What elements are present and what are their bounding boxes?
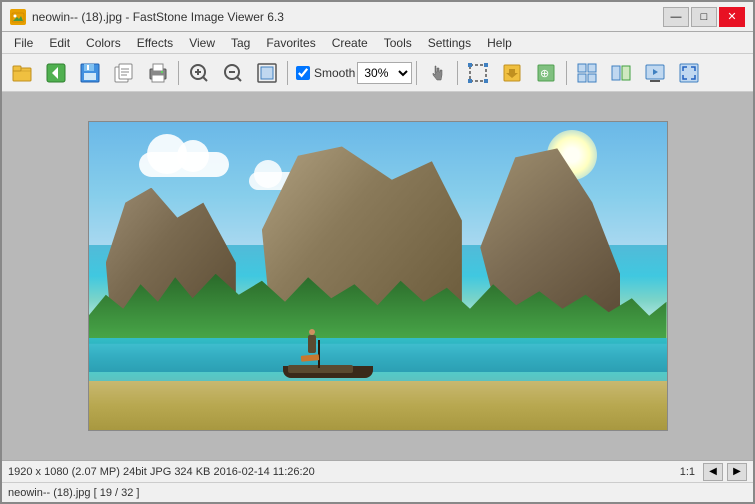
separator-2: [287, 61, 288, 85]
menu-create[interactable]: Create: [324, 34, 376, 52]
cloud-1: [139, 152, 229, 177]
zoom-in-button[interactable]: [183, 58, 215, 88]
open-folder-button[interactable]: [6, 58, 38, 88]
save-button[interactable]: [74, 58, 106, 88]
menu-tools[interactable]: Tools: [376, 34, 420, 52]
titlebar-controls: — □ ✕: [663, 7, 745, 27]
menu-help[interactable]: Help: [479, 34, 520, 52]
menu-view[interactable]: View: [181, 34, 223, 52]
rotate-cw-button[interactable]: [496, 58, 528, 88]
statusbar: 1920 x 1080 (2.07 MP) 24bit JPG 324 KB 2…: [2, 460, 753, 482]
toolbar: Smooth 10% 20% 30% 40% 50% 75% 100% 150%…: [2, 54, 753, 92]
boat: [273, 353, 383, 378]
prev-image-button[interactable]: [40, 58, 72, 88]
app-icon: [10, 9, 26, 25]
scroll-left-button[interactable]: ◀: [703, 463, 723, 481]
smooth-checkbox[interactable]: [296, 66, 310, 80]
content-area: [2, 92, 753, 460]
maximize-button[interactable]: □: [691, 7, 717, 27]
filename-bar: neowin-- (18).jpg [ 19 / 32 ]: [2, 482, 753, 502]
titlebar-left: neowin-- (18).jpg - FastStone Image View…: [10, 9, 284, 25]
main-window: neowin-- (18).jpg - FastStone Image View…: [0, 0, 755, 504]
menu-file[interactable]: File: [6, 34, 41, 52]
separator-5: [566, 61, 567, 85]
beach: [89, 381, 667, 430]
image-display: [88, 121, 668, 431]
smooth-label[interactable]: Smooth: [314, 66, 355, 80]
smooth-area: Smooth: [296, 66, 355, 80]
scroll-right-button[interactable]: ▶: [727, 463, 747, 481]
titlebar: neowin-- (18).jpg - FastStone Image View…: [2, 2, 753, 32]
svg-text:⊕: ⊕: [540, 68, 549, 80]
hand-tool-button[interactable]: [421, 58, 453, 88]
menu-tag[interactable]: Tag: [223, 34, 258, 52]
zoom-out-button[interactable]: [217, 58, 249, 88]
select-rect-button[interactable]: [462, 58, 494, 88]
filename-text: neowin-- (18).jpg [ 19 / 32 ]: [8, 487, 139, 499]
compare-button[interactable]: [605, 58, 637, 88]
boat-person: [308, 335, 316, 353]
fullscreen-button[interactable]: [673, 58, 705, 88]
link-button[interactable]: ⊕: [530, 58, 562, 88]
menu-colors[interactable]: Colors: [78, 34, 129, 52]
window-title: neowin-- (18).jpg - FastStone Image View…: [32, 10, 284, 24]
image-bg: [89, 122, 667, 430]
menu-favorites[interactable]: Favorites: [258, 34, 323, 52]
minimize-button[interactable]: —: [663, 7, 689, 27]
slideshow-button[interactable]: [639, 58, 671, 88]
fit-page-button[interactable]: [251, 58, 283, 88]
nav-controls: ◀ ▶: [703, 463, 747, 481]
separator-1: [178, 61, 179, 85]
menu-effects[interactable]: Effects: [129, 34, 181, 52]
copy-button[interactable]: [108, 58, 140, 88]
statusbar-right: 1:1 ◀ ▶: [680, 463, 747, 481]
zoom-level: 1:1: [680, 466, 695, 478]
print-button[interactable]: [142, 58, 174, 88]
thumbnail-view-button[interactable]: [571, 58, 603, 88]
menu-settings[interactable]: Settings: [420, 34, 479, 52]
separator-3: [416, 61, 417, 85]
menubar: File Edit Colors Effects View Tag Favori…: [2, 32, 753, 54]
separator-4: [457, 61, 458, 85]
zoom-dropdown[interactable]: 10% 20% 30% 40% 50% 75% 100% 150% 200%: [357, 62, 412, 84]
close-button[interactable]: ✕: [719, 7, 745, 27]
image-info: 1920 x 1080 (2.07 MP) 24bit JPG 324 KB 2…: [8, 466, 315, 478]
menu-edit[interactable]: Edit: [41, 34, 78, 52]
